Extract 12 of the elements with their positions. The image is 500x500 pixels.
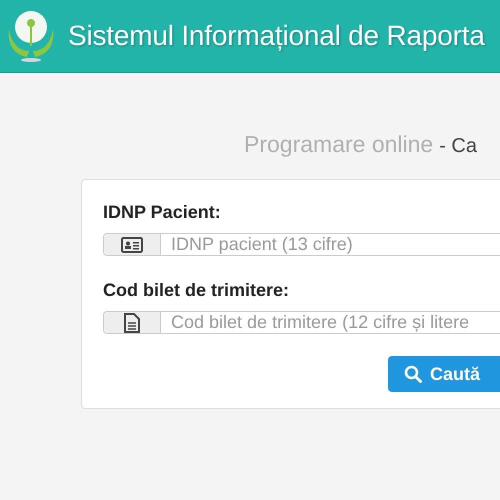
input-field[interactable]: Cod bilet de trimitere (12 cifre și litere: [103, 311, 500, 334]
app-title: Sistemul Informațional de Raporta: [68, 20, 485, 52]
field-label: IDNP Pacient:: [103, 202, 222, 223]
page-subtitle: - Ca: [439, 135, 478, 158]
input-field[interactable]: IDNP pacient (13 cifre): [103, 233, 500, 256]
page-title: Programare online: [244, 131, 434, 158]
field-label: Cod bilet de trimitere:: [103, 280, 290, 301]
search-icon: [404, 365, 422, 383]
search-button[interactable]: Caută: [388, 356, 500, 392]
document-icon: [124, 312, 140, 332]
id-card-icon: [121, 236, 143, 252]
logo-icon: [6, 9, 56, 63]
